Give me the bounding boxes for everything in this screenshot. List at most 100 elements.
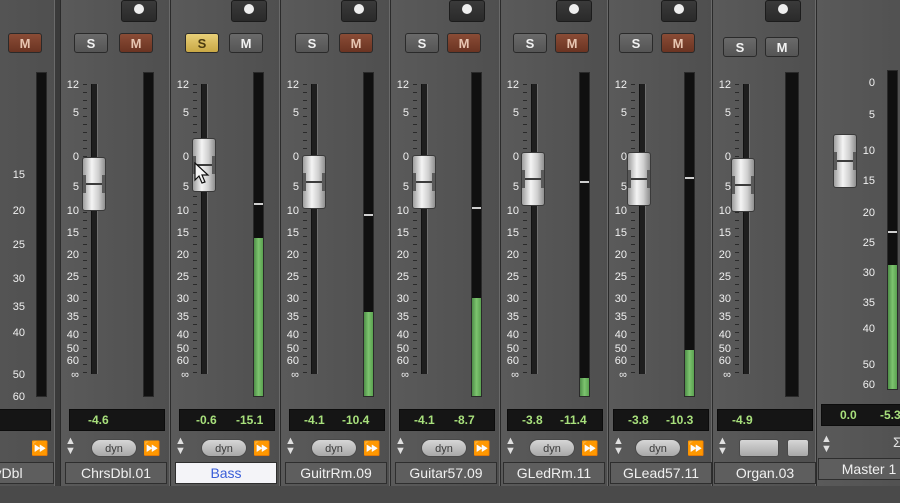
volume-value: -4.1 [414,413,435,427]
output-arrow-icon[interactable]: ⏩ [687,440,704,456]
scale-label: 5 [868,109,875,121]
volume-fader[interactable] [833,134,857,188]
level-meter [363,72,374,397]
meter-level [254,238,263,396]
volume-fader[interactable] [731,158,755,212]
solo-button[interactable]: S [405,33,439,53]
updown-arrows-icon[interactable]: ▲ ▼ [65,436,76,457]
updown-arrows-icon[interactable]: ▲ ▼ [395,436,406,457]
scale-label: 20 [718,249,731,261]
automation-button[interactable]: dyn [635,439,681,457]
mute-button[interactable]: M [447,33,481,53]
solo-button[interactable]: S [619,33,653,53]
automation-button[interactable]: dyn [91,439,137,457]
fader-track [311,84,318,374]
record-enable-button[interactable] [765,0,801,22]
track-name[interactable]: Guitar57.09 [395,462,497,484]
level-readout: -3.8 -11.4 [507,409,603,431]
scale-label: 0 [402,151,409,163]
scale-label: 10 [286,205,299,217]
mute-button[interactable]: M [661,33,695,53]
level-meter [253,72,264,397]
scale-label: 20 [286,249,299,261]
track-name[interactable]: AnyDbl [0,462,54,484]
scale-label: 25 [862,237,875,249]
scale-label: 50 [506,343,519,355]
scale-label: 50 [396,343,409,355]
automation-button[interactable]: dyn [529,439,575,457]
track-name[interactable]: ChrsDbl.01 [65,462,167,484]
updown-arrows-icon[interactable]: ▲ ▼ [717,436,728,457]
mute-button[interactable]: M [765,37,799,57]
volume-value: 0.0 [840,408,857,422]
scale-label: ∞ [291,369,299,381]
output-arrow-icon[interactable]: Σ [893,434,900,450]
output-arrow-icon[interactable]: ⏩ [581,440,598,456]
record-enable-button[interactable] [661,0,697,22]
volume-value: -4.6 [88,413,109,427]
scale-label: ∞ [401,369,409,381]
scale-label: ∞ [71,369,79,381]
track-name[interactable]: Bass [175,462,277,484]
volume-fader[interactable] [302,155,326,209]
output-arrow-icon[interactable]: ⏩ [363,440,380,456]
volume-fader[interactable] [627,152,651,206]
automation-button[interactable]: dyn [311,439,357,457]
mute-button[interactable]: M [339,33,373,53]
bottom-bar [0,486,900,503]
track-name[interactable]: GLedRm.11 [503,462,605,484]
record-enable-button[interactable] [449,0,485,22]
scale-label: 5 [512,181,519,193]
volume-fader[interactable] [82,157,106,211]
scale-label: 12 [286,79,299,91]
peak-value: -15.1 [236,413,264,427]
automation-button[interactable]: dyn [421,439,467,457]
scale-label: 12 [66,79,79,91]
track-name[interactable]: Master 1 [818,458,900,480]
updown-arrows-icon[interactable]: ▲ ▼ [613,436,624,457]
scale-label: 20 [66,249,79,261]
scale-label: 30 [718,293,731,305]
scale-label: 10 [862,145,875,157]
mute-button[interactable]: M [119,33,153,53]
solo-button[interactable]: S [513,33,547,53]
scale-label: ∞ [619,369,627,381]
updown-arrows-icon[interactable]: ▲ ▼ [505,436,516,457]
solo-button[interactable]: S [185,33,219,53]
volume-fader[interactable] [412,155,436,209]
peak-value: -10.4 [342,413,370,427]
track-name[interactable]: Organ.03 [714,462,816,484]
output-arrow-icon[interactable]: ⏩ [143,440,160,456]
volume-fader[interactable] [521,152,545,206]
scale-label: 0 [292,151,299,163]
plugin-window-button[interactable] [739,439,779,457]
scale-label: 5 [620,107,627,119]
mute-button[interactable]: M [229,33,263,53]
record-enable-button[interactable] [341,0,377,22]
fader-scale: 12 5 0 5 10 15 20 25 30 35 40 50 60 ∞ [717,80,731,400]
track-name[interactable]: GLead57.11 [610,462,712,484]
mute-button[interactable]: M [8,33,42,53]
scale-label: 0 [182,151,189,163]
record-enable-button[interactable] [231,0,267,22]
instrument-keyboard-icon[interactable] [787,439,809,457]
scale-label: 15 [286,227,299,239]
mixer-window: M 15 20 25 30 35 40 50 60 dyn ⏩ AnyDbl S… [0,0,900,503]
record-enable-button[interactable] [121,0,157,22]
solo-button[interactable]: S [74,33,108,53]
scale-label: 20 [176,249,189,261]
updown-arrows-icon[interactable]: ▲ ▼ [175,436,186,457]
track-name[interactable]: GuitrRm.09 [285,462,387,484]
automation-button[interactable]: dyn [201,439,247,457]
record-icon [674,4,684,14]
mute-button[interactable]: M [555,33,589,53]
output-arrow-icon[interactable]: ⏩ [31,440,48,456]
solo-button[interactable]: S [723,37,757,57]
volume-value: -0.6 [196,413,217,427]
updown-arrows-icon[interactable]: ▲ ▼ [821,434,832,455]
output-arrow-icon[interactable]: ⏩ [253,440,270,456]
solo-button[interactable]: S [295,33,329,53]
updown-arrows-icon[interactable]: ▲ ▼ [285,436,296,457]
record-enable-button[interactable] [556,0,592,22]
output-arrow-icon[interactable]: ⏩ [473,440,490,456]
